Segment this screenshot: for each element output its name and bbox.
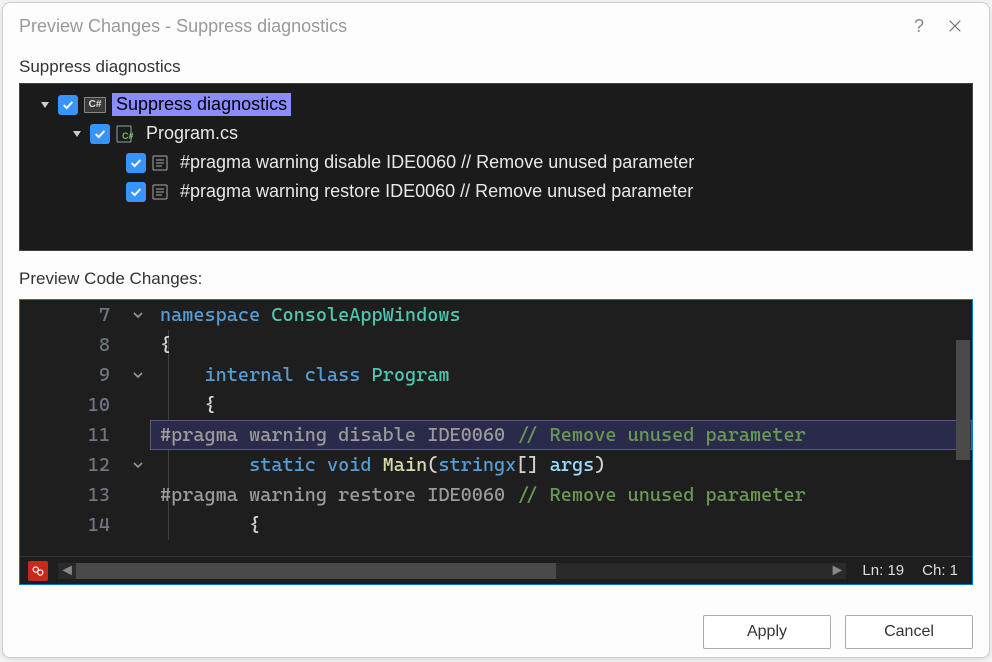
code-line: internal class Program xyxy=(150,360,972,390)
code-preview[interactable]: 7891011121314 namespace ConsoleAppWindow… xyxy=(19,299,973,585)
checkbox[interactable] xyxy=(58,95,78,115)
fold-marker[interactable] xyxy=(126,360,150,390)
tree-pragma-row[interactable]: #pragma warning restore IDE0060 // Remov… xyxy=(24,177,968,206)
fold-column xyxy=(126,300,150,556)
preview-changes-dialog: Preview Changes - Suppress diagnostics ?… xyxy=(2,2,990,658)
line-number: 11 xyxy=(20,420,118,450)
fold-marker xyxy=(126,420,150,450)
chevron-down-icon xyxy=(40,100,50,110)
fold-marker[interactable] xyxy=(126,450,150,480)
code-line: static void Main(stringx[] args) xyxy=(150,450,972,480)
expand-toggle[interactable] xyxy=(70,127,84,141)
code-line: { xyxy=(150,330,972,360)
checkbox[interactable] xyxy=(126,153,146,173)
tree-pragma-label: #pragma warning restore IDE0060 // Remov… xyxy=(176,180,697,203)
chevron-down-icon xyxy=(132,309,144,321)
code-line: #pragma warning restore IDE0060 // Remov… xyxy=(150,480,972,510)
chevron-down-icon xyxy=(132,369,144,381)
tree-file-label: Program.cs xyxy=(142,122,242,145)
help-icon: ? xyxy=(914,16,924,37)
csharp-icon: C# xyxy=(84,96,106,114)
code-snippet-icon xyxy=(152,154,170,172)
line-number: 9 xyxy=(20,360,118,390)
dialog-content: Suppress diagnostics C# Suppress diagnos… xyxy=(3,53,989,601)
code-text: namespace ConsoleAppWindows{ internal cl… xyxy=(150,300,972,556)
code-snippet-icon xyxy=(152,183,170,201)
changes-tree[interactable]: C# Suppress diagnostics C# Program.cs #p… xyxy=(19,83,973,251)
fold-marker[interactable] xyxy=(126,300,150,330)
apply-button[interactable]: Apply xyxy=(703,615,831,649)
scroll-right-button[interactable]: ► xyxy=(828,563,846,579)
line-number: 8 xyxy=(20,330,118,360)
line-number: 13 xyxy=(20,480,118,510)
csharp-file-icon: C# xyxy=(116,125,136,143)
dialog-title: Preview Changes - Suppress diagnostics xyxy=(19,16,901,37)
check-icon xyxy=(93,127,107,141)
help-button[interactable]: ? xyxy=(901,8,937,44)
line-number: 12 xyxy=(20,450,118,480)
line-number: 7 xyxy=(20,300,118,330)
code-statusbar: ◄ ► Ln: 19 Ch: 1 xyxy=(20,556,972,584)
vertical-scrollbar[interactable] xyxy=(954,300,972,500)
close-icon xyxy=(948,19,962,33)
line-number: 14 xyxy=(20,510,118,540)
dialog-buttons: Apply Cancel xyxy=(3,601,989,657)
scrollbar-thumb[interactable] xyxy=(956,340,970,460)
code-line: { xyxy=(150,390,972,420)
code-line: #pragma warning disable IDE0060 // Remov… xyxy=(150,420,972,450)
check-icon xyxy=(129,185,143,199)
line-status: Ln: 19 xyxy=(856,562,910,579)
fold-marker xyxy=(126,480,150,510)
tree-section-label: Suppress diagnostics xyxy=(19,53,973,79)
close-button[interactable] xyxy=(937,8,973,44)
tree-root-row[interactable]: C# Suppress diagnostics xyxy=(24,90,968,119)
chevron-down-icon xyxy=(132,459,144,471)
check-icon xyxy=(61,98,75,112)
tree-pragma-row[interactable]: #pragma warning disable IDE0060 // Remov… xyxy=(24,148,968,177)
cancel-button[interactable]: Cancel xyxy=(845,615,973,649)
scrollbar-thumb[interactable] xyxy=(76,563,556,579)
scroll-left-button[interactable]: ◄ xyxy=(58,563,76,579)
line-number: 10 xyxy=(20,390,118,420)
tree-root-label: Suppress diagnostics xyxy=(112,93,291,116)
fold-marker xyxy=(126,510,150,540)
tree-file-row[interactable]: C# Program.cs xyxy=(24,119,968,148)
titlebar: Preview Changes - Suppress diagnostics ? xyxy=(3,3,989,53)
checkbox[interactable] xyxy=(126,182,146,202)
line-number-gutter: 7891011121314 xyxy=(20,300,126,556)
code-line: namespace ConsoleAppWindows xyxy=(150,300,972,330)
code-section-label: Preview Code Changes: xyxy=(19,265,973,291)
expand-toggle[interactable] xyxy=(38,98,52,112)
error-indicator-icon[interactable] xyxy=(28,561,48,581)
chevron-down-icon xyxy=(72,129,82,139)
checkbox[interactable] xyxy=(90,124,110,144)
fold-marker xyxy=(126,390,150,420)
tree-pragma-label: #pragma warning disable IDE0060 // Remov… xyxy=(176,151,698,174)
check-icon xyxy=(129,156,143,170)
horizontal-scrollbar[interactable]: ◄ ► xyxy=(58,563,846,579)
svg-text:C#: C# xyxy=(122,131,134,141)
fold-marker xyxy=(126,330,150,360)
code-body: 7891011121314 namespace ConsoleAppWindow… xyxy=(20,300,972,556)
code-line: { xyxy=(150,510,972,540)
column-status: Ch: 1 xyxy=(916,562,964,579)
